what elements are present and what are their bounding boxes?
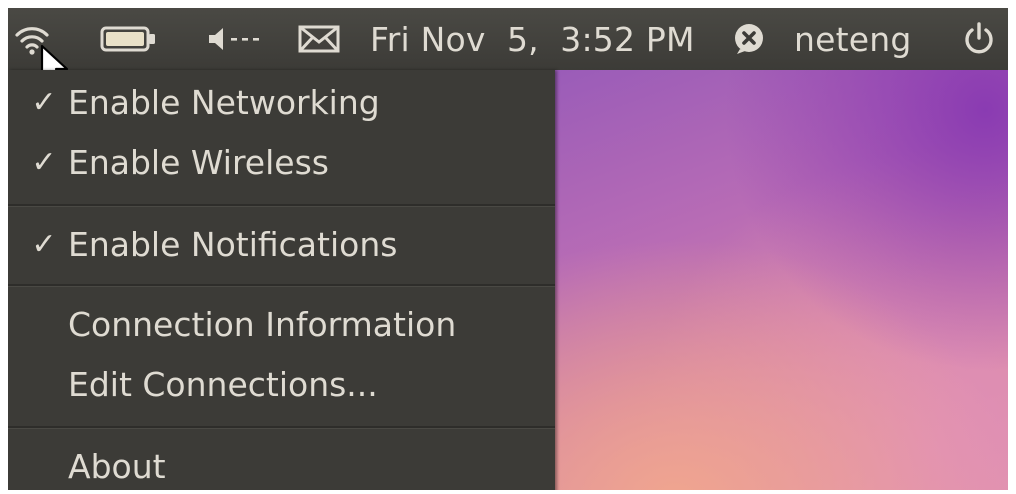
desktop-wallpaper xyxy=(555,70,1008,490)
menu-item-enable-wireless[interactable]: ✓ Enable Wireless xyxy=(8,134,555,190)
menu-item-label: Connection Information xyxy=(68,304,457,344)
menu-item-enable-networking[interactable]: ✓ Enable Networking xyxy=(8,74,555,130)
menu-item-about[interactable]: About xyxy=(8,438,555,490)
desktop-screen: Fri Nov 5, 3:52 PM neteng ✓ Enable Netwo… xyxy=(8,8,1008,490)
network-menu: ✓ Enable Networking ✓ Enable Wireless ✓ … xyxy=(8,70,555,490)
chat-offline-icon xyxy=(732,22,766,56)
top-panel: Fri Nov 5, 3:52 PM neteng xyxy=(8,8,1008,86)
menu-item-label: Edit Connections... xyxy=(68,364,378,404)
power-icon xyxy=(962,21,996,57)
menu-separator xyxy=(8,426,555,429)
me-menu-status[interactable] xyxy=(732,8,772,70)
menu-item-label: Enable Wireless xyxy=(68,142,329,182)
menu-separator xyxy=(8,204,555,207)
checkmark-icon: ✓ xyxy=(31,226,57,262)
volume-muted-icon xyxy=(206,25,262,53)
checkmark-icon: ✓ xyxy=(31,144,57,180)
session-menu[interactable] xyxy=(962,8,1002,70)
username-menu[interactable]: neteng xyxy=(794,8,912,70)
volume-indicator[interactable] xyxy=(206,8,266,70)
battery-indicator[interactable] xyxy=(100,8,168,70)
clock-indicator[interactable]: Fri Nov 5, 3:52 PM xyxy=(370,8,695,70)
menu-item-connection-information[interactable]: Connection Information xyxy=(8,296,555,352)
username-label: neteng xyxy=(794,19,912,59)
mail-icon xyxy=(298,24,340,54)
menu-item-label: Enable Notifications xyxy=(68,224,398,264)
menu-item-label: About xyxy=(68,446,166,486)
checkmark-icon: ✓ xyxy=(31,84,57,120)
menu-item-edit-connections[interactable]: Edit Connections... xyxy=(8,356,555,412)
menu-separator xyxy=(8,284,555,287)
datetime-label: Fri Nov 5, 3:52 PM xyxy=(370,19,695,59)
menu-item-label: Enable Networking xyxy=(68,82,380,122)
messaging-indicator[interactable] xyxy=(298,8,348,70)
battery-icon xyxy=(100,25,158,53)
menu-item-enable-notifications[interactable]: ✓ Enable Notifications xyxy=(8,216,555,272)
